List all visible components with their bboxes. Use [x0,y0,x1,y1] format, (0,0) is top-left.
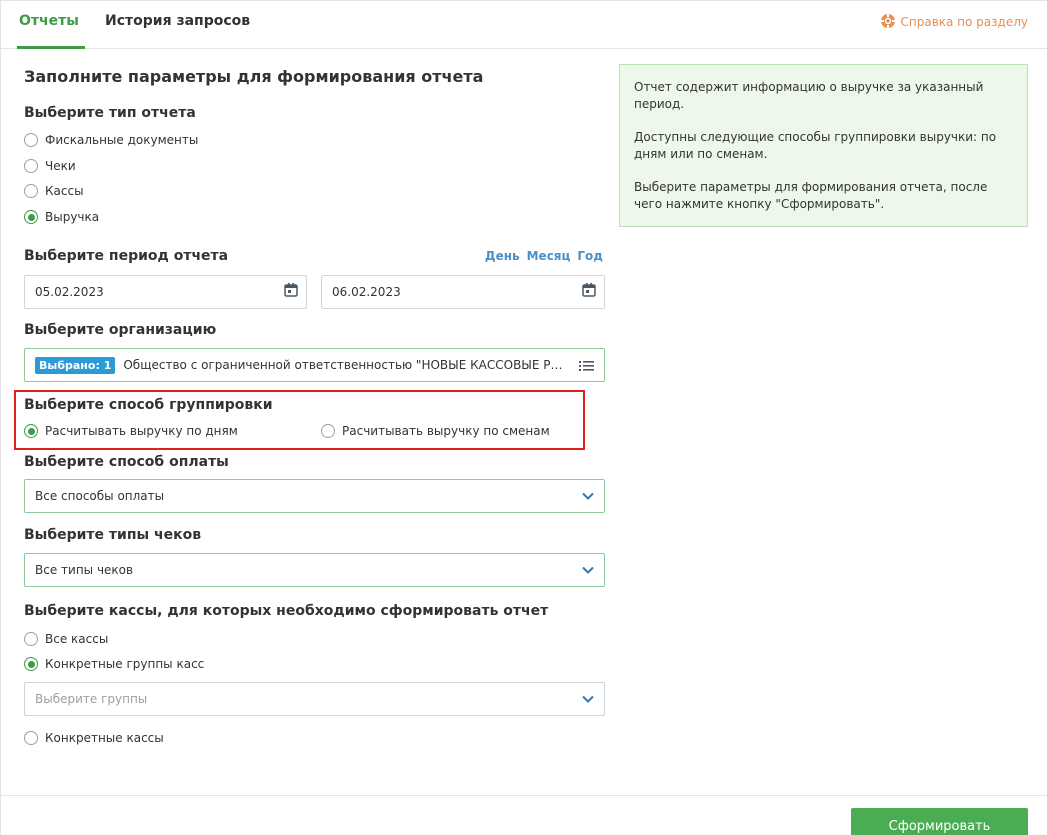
radio-label: Все кассы [45,632,109,646]
list-icon[interactable] [579,360,594,372]
calendar-icon[interactable] [284,283,298,297]
date-from-input[interactable]: 05.02.2023 [24,275,307,309]
receipt-types-select[interactable]: Все типы чеков [24,553,605,587]
active-tab-indicator [17,46,85,49]
radio-label: Фискальные документы [45,133,199,147]
period-quick-links: День Месяц Год [478,249,603,263]
radio-revenue[interactable]: Выручка [24,208,99,226]
radio-circle[interactable] [321,424,335,438]
lifebuoy-icon [880,14,895,28]
calendar-icon[interactable] [582,283,596,297]
radio-circle[interactable] [24,133,38,147]
radio-circle[interactable] [24,632,38,646]
payment-title: Выберите способ оплаты [24,454,229,470]
generate-report-button[interactable]: Сформировать [851,808,1028,835]
organization-select[interactable]: Выбрано: 1 Общество с ограниченной ответ… [24,348,605,382]
payment-method-select[interactable]: Все способы оплаты [24,479,605,513]
info-panel: Отчет содержит информацию о выручке за у… [619,64,1028,227]
radio-fiscal-documents[interactable]: Фискальные документы [24,131,198,149]
payment-method-value: Все способы оплаты [35,489,165,503]
register-groups-select[interactable]: Выберите группы [24,682,605,716]
chevron-down-icon [582,492,594,500]
footer-divider [1,795,1047,796]
report-page: Отчеты История запросов Справка по разде… [0,0,1047,835]
radio-label: Расчитывать выручку по сменам [342,424,550,438]
tab-bar: Отчеты История запросов Справка по разде… [1,1,1047,49]
info-paragraph: Отчет содержит информацию о выручке за у… [634,80,984,111]
radio-circle-checked[interactable] [24,657,38,671]
radio-label: Выручка [45,210,100,224]
radio-label: Расчитывать выручку по дням [45,424,238,438]
help-link[interactable]: Справка по разделу [880,13,1029,29]
date-from-value: 05.02.2023 [35,285,104,299]
radio-label: Конкретные кассы [45,731,164,745]
radio-label: Конкретные группы касс [45,657,205,671]
radio-register-groups[interactable]: Конкретные группы касс [24,655,204,673]
register-groups-placeholder: Выберите группы [35,692,148,706]
grouping-title: Выберите способ группировки [24,397,273,413]
radio-registers[interactable]: Кассы [24,182,84,200]
page-title: Заполните параметры для формирования отч… [24,67,484,86]
radio-circle-checked[interactable] [24,210,38,224]
date-to-input[interactable]: 06.02.2023 [321,275,605,309]
info-paragraph: Доступны следующие способы группировки в… [634,130,997,161]
period-link-day[interactable]: День [485,249,520,263]
radio-receipts[interactable]: Чеки [24,157,76,175]
receipt-types-value: Все типы чеков [35,563,134,577]
radio-label: Кассы [45,184,84,198]
date-to-value: 06.02.2023 [332,285,401,299]
period-link-month[interactable]: Месяц [527,249,571,263]
tab-reports[interactable]: Отчеты [19,13,79,29]
period-link-year[interactable]: Год [577,249,603,263]
info-paragraph: Выберите параметры для формирования отче… [634,180,988,211]
tab-request-history[interactable]: История запросов [105,13,250,29]
chevron-down-icon [582,695,594,703]
chevron-down-icon [582,566,594,574]
radio-circle-checked[interactable] [24,424,38,438]
report-type-title: Выберите тип отчета [24,105,196,121]
radio-circle[interactable] [24,184,38,198]
organization-value: Общество с ограниченной ответственностью… [123,358,564,372]
radio-group-by-shifts[interactable]: Расчитывать выручку по сменам [321,422,550,440]
radio-circle[interactable] [24,159,38,173]
radio-label: Чеки [45,159,76,173]
registers-title: Выберите кассы, для которых необходимо с… [24,603,549,619]
radio-specific-registers[interactable]: Конкретные кассы [24,729,164,747]
period-title: Выберите период отчета [24,248,229,264]
help-link-label: Справка по разделу [900,15,1029,29]
radio-all-registers[interactable]: Все кассы [24,630,108,648]
receipt-types-title: Выберите типы чеков [24,527,202,543]
radio-group-by-days[interactable]: Расчитывать выручку по дням [24,422,238,440]
selected-count-badge: Выбрано: 1 [35,356,116,374]
organization-title: Выберите организацию [24,322,217,338]
radio-circle[interactable] [24,731,38,745]
